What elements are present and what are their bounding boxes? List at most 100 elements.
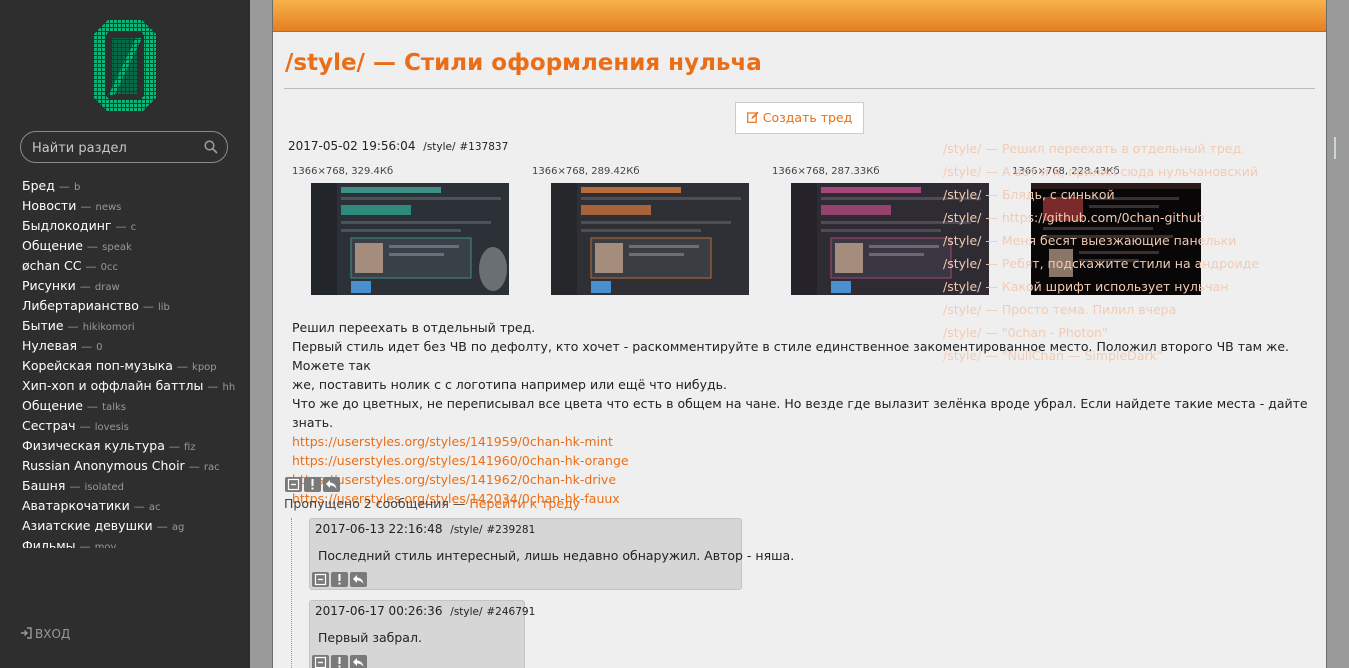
image-info: 1366×768, 289.42Кб [532,166,640,177]
board-title: Корейская поп-музыка [22,358,173,373]
board-search[interactable] [20,131,228,163]
post-date: 2017-06-17 00:26:36 [315,604,443,618]
board-separator: — [69,480,81,493]
scroll-indicator [1334,137,1336,159]
hide-post-button[interactable] [312,655,329,668]
post-board[interactable]: /style/ [450,524,482,536]
reply-button[interactable] [323,477,340,492]
minus-square-icon [314,656,327,668]
sidebar-board-item[interactable]: Быдлокодинг — c [22,216,242,236]
userstyle-link-mint[interactable]: https://userstyles.org/styles/141959/0ch… [292,432,1322,451]
image-thumbnail[interactable] [311,183,509,295]
post-header: 2017-06-13 22:16:48 /style/ #239281 [315,522,535,536]
overlay-thread-item[interactable]: /style/ — Блядь, с синькой [943,183,1323,206]
image-thumbnail[interactable] [551,183,749,295]
board-list: Бред — b Новости — news Быдлокодинг — c Общени… [22,176,242,548]
0chan-logo[interactable] [94,20,156,112]
board-separator: — [188,460,200,473]
post-number[interactable]: #137837 [459,141,508,153]
sidebar-board-item[interactable]: øchan CC — 0cc [22,256,242,276]
sidebar-board-item[interactable]: Нулевая — 0 [22,336,242,356]
board-code: mov [94,542,117,548]
post-text-line: же, поставить нолик с с логотипа наприме… [292,377,727,392]
post-date: 2017-06-13 22:16:48 [315,522,443,536]
userstyle-link-drive[interactable]: https://userstyles.org/styles/141962/0ch… [292,470,1322,489]
overlay-thread-item[interactable]: /style/ — Ребят, подскажите стили на анд… [943,252,1323,275]
report-button[interactable] [304,477,321,492]
hide-post-button[interactable] [285,477,302,492]
board-title: Хип-хоп и оффлайн баттлы [22,378,204,393]
board-title: Бытие [22,318,64,333]
sidebar-board-item[interactable]: Башня — isolated [22,476,242,496]
board-separator: — [133,500,145,513]
overlay-thread-item[interactable]: /style/ — Какой шрифт использует нульчан [943,275,1323,298]
omitted-text: Пропущено 2 сообщения — [284,496,466,511]
board-separator: — [142,300,154,313]
edit-icon [746,111,759,123]
post-header: 2017-05-02 19:56:04 /style/ #137837 [288,139,508,153]
post-board[interactable]: /style/ [423,141,455,153]
login-link[interactable]: ВХОД [20,627,70,641]
post-board[interactable]: /style/ [450,606,482,618]
sidebar-board-item[interactable]: Бытие — hikikomori [22,316,242,336]
board-title: Аватаркочатики [22,498,130,513]
board-code: news [95,202,122,213]
board-code: 0cc [100,262,118,273]
post-text-line: Первый стиль идет без ЧВ по дефолту, кто… [292,339,1289,373]
sidebar-board-item[interactable]: Рисунки — draw [22,276,242,296]
sidebar-board-item[interactable]: Фильмы — mov [22,536,242,548]
go-to-thread-link[interactable]: Перейти к треду [469,496,580,511]
board-title: Новости [22,198,77,213]
board-title: øchan CC [22,258,82,273]
create-thread-button[interactable]: Создать тред [735,102,864,134]
board-separator: — [79,420,91,433]
sidebar-board-item[interactable]: Аватаркочатики — ac [22,496,242,516]
overlay-thread-item[interactable]: /style/ — https://github.com/0chan-githu… [943,206,1323,229]
board-title: Сестрач [22,418,76,433]
sidebar-board-item[interactable]: Азиатские девушки — ag [22,516,242,536]
sidebar-board-item[interactable]: Либертарианство — lib [22,296,242,316]
board-separator: — [176,360,188,373]
overlay-thread-item[interactable]: /style/ — А вот и я, прилил сюда нульчан… [943,160,1323,183]
board-separator: — [156,520,168,533]
board-title: Быдлокодинг [22,218,112,233]
post-body: Решил переехать в отдельный тред. Первый… [292,318,1322,508]
sidebar-board-item[interactable]: Russian Anonymous Choir — rac [22,456,242,476]
board-code: draw [94,282,120,293]
reply-button[interactable] [350,572,367,587]
top-banner [273,0,1326,32]
report-button[interactable] [331,655,348,668]
board-title: Бред [22,178,55,193]
board-title: Рисунки [22,278,76,293]
exclamation-icon [311,479,314,490]
board-separator: — [168,440,180,453]
sidebar-board-item[interactable]: Новости — news [22,196,242,216]
userstyle-link-orange[interactable]: https://userstyles.org/styles/141960/0ch… [292,451,1322,470]
sidebar-board-item[interactable]: Физическая культура — fiz [22,436,242,456]
board-code: speak [102,242,132,253]
post-number[interactable]: #246791 [486,606,535,618]
sidebar-board-item[interactable]: Сестрач — lovesis [22,416,242,436]
sidebar-board-item[interactable]: Бред — b [22,176,242,196]
board-separator: — [87,400,98,413]
sidebar-board-item[interactable]: Корейская поп-музыка — kpop [22,356,242,376]
board-title: Фильмы [22,538,76,548]
post-controls [312,655,369,668]
sidebar-board-item[interactable]: Хип-хоп и оффлайн баттлы — hh [22,376,242,396]
hide-post-button[interactable] [312,572,329,587]
search-icon[interactable] [204,140,218,154]
sidebar-board-item[interactable]: Общение — talks [22,396,242,416]
post-header: 2017-06-17 00:26:36 /style/ #246791 [315,604,535,618]
board-separator: — [85,260,97,273]
board-title: Общение [22,398,83,413]
board-search-input[interactable] [32,138,202,158]
board-code: b [73,182,81,193]
overlay-thread-item[interactable]: /style/ — Меня бесят выезжающие панельки [943,229,1323,252]
post-number[interactable]: #239281 [486,524,535,536]
board-code: ag [171,522,185,533]
report-button[interactable] [331,572,348,587]
board-title: Общение [22,238,83,253]
reply-button[interactable] [350,655,367,668]
overlay-thread-item[interactable]: /style/ — Решил переехать в отдельный тр… [943,137,1323,160]
sidebar-board-item[interactable]: Общение — speak [22,236,242,256]
